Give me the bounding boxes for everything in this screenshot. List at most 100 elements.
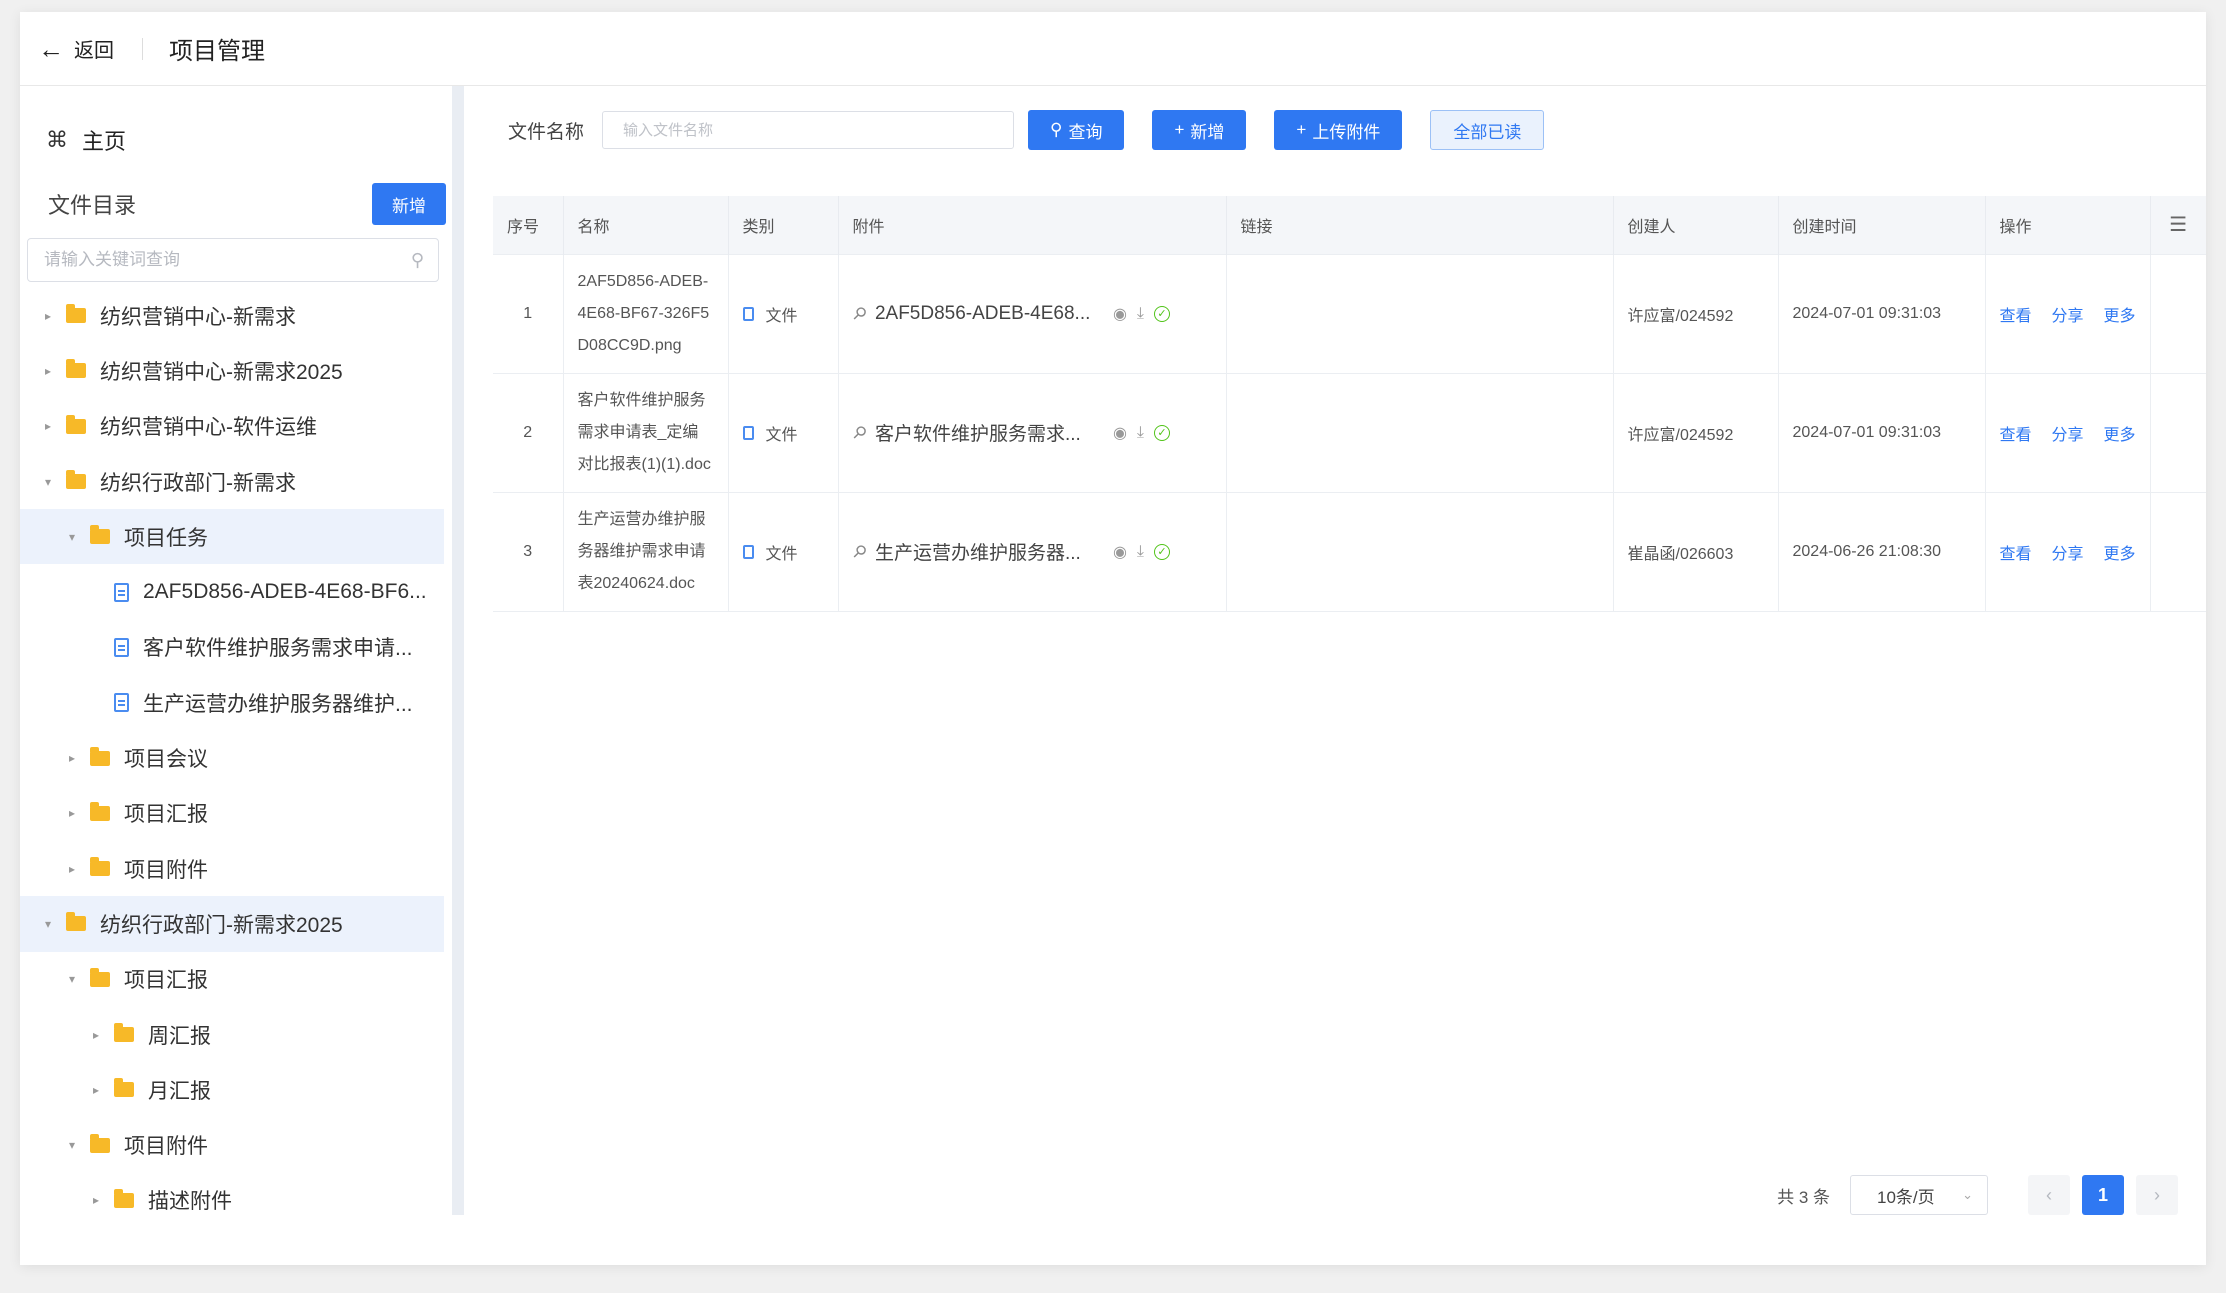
document-icon xyxy=(742,306,754,321)
folder-icon xyxy=(66,414,86,434)
caret-right-icon[interactable]: ▸ xyxy=(40,309,56,323)
caret-down-icon[interactable]: ▾ xyxy=(64,1138,80,1152)
eye-icon[interactable]: ◉ xyxy=(1113,304,1127,324)
tree-file-node[interactable]: ▸2AF5D856-ADEB-4E68-BF6... xyxy=(20,564,444,619)
add-directory-button[interactable]: 新增 xyxy=(372,183,446,225)
folder-icon xyxy=(66,470,86,490)
mark-all-read-button[interactable]: 全部已读 xyxy=(1430,110,1545,150)
row-number: 3 xyxy=(493,492,564,612)
attachment-link[interactable]: 2AF5D856-ADEB-4E68... xyxy=(875,303,1103,325)
tree-folder-node[interactable]: ▾ 纺织行政部门-新需求 xyxy=(20,454,444,509)
more-action[interactable]: 更多 xyxy=(2104,540,2136,564)
tree-folder-node[interactable]: ▾ 项目汇报 xyxy=(20,952,444,1007)
attachment-link[interactable]: 生产运营办维护服务器... xyxy=(875,538,1103,565)
folder-icon xyxy=(90,525,110,545)
query-button[interactable]: ⚲ 查询 xyxy=(1028,110,1125,150)
actions-cell: 查看 分享 更多 xyxy=(1985,253,2151,374)
check-circle-icon[interactable]: ✓ xyxy=(1154,543,1170,560)
add-file-button[interactable]: + 新增 xyxy=(1152,110,1247,150)
check-circle-icon[interactable]: ✓ xyxy=(1154,305,1170,322)
attachment-link[interactable]: 客户软件维护服务需求... xyxy=(875,419,1103,446)
document-icon xyxy=(114,637,129,657)
actions-cell: 查看 分享 更多 xyxy=(1985,492,2151,612)
caret-down-icon[interactable]: ▾ xyxy=(40,475,56,489)
caret-down-icon[interactable]: ▾ xyxy=(40,917,56,931)
caret-right-icon[interactable]: ▸ xyxy=(40,419,56,433)
tree-folder-node[interactable]: ▸ 纺织营销中心-新需求 xyxy=(20,288,444,343)
caret-down-icon[interactable]: ▾ xyxy=(64,530,80,544)
tree-folder-node[interactable]: ▸ 纺织营销中心-新需求2025 xyxy=(20,343,444,398)
tree-folder-node[interactable]: ▾ 项目附件 xyxy=(20,1117,444,1172)
creator-cell: 许应富/024592 xyxy=(1613,253,1779,374)
view-action[interactable]: 查看 xyxy=(2000,540,2032,564)
caret-right-icon[interactable]: ▸ xyxy=(64,862,80,876)
download-icon[interactable]: ⤓ xyxy=(1137,305,1144,323)
directory-title: 文件目录 xyxy=(48,193,137,218)
folder-icon xyxy=(90,1133,110,1153)
main-content: 文件名称 ⚲ 查询 + 新增 + 上传附件 全部已读 xyxy=(464,86,2206,1265)
tree-file-node[interactable]: ▸生产运营办维护服务器维护... xyxy=(20,675,444,730)
plus-icon: + xyxy=(1296,120,1307,139)
tree-folder-node[interactable]: ▸ 月汇报 xyxy=(20,1062,444,1117)
caret-right-icon[interactable]: ▸ xyxy=(40,364,56,378)
tree-node-label: 纺织营销中心-新需求2025 xyxy=(100,360,343,384)
search-icon[interactable]: ⚲ xyxy=(411,250,424,271)
share-action[interactable]: 分享 xyxy=(2052,540,2084,564)
created-time-cell: 2024-07-01 09:31:03 xyxy=(1778,253,1986,374)
download-icon[interactable]: ⤓ xyxy=(1137,543,1144,561)
directory-header: 文件目录 新增 xyxy=(48,182,446,226)
tree-folder-node[interactable]: ▸ 项目汇报 xyxy=(20,786,444,841)
caret-right-icon[interactable]: ▸ xyxy=(88,1083,104,1097)
table-body: 1 2AF5D856-ADEB-4E68-BF67-326F5D08CC9D.p… xyxy=(493,253,2206,612)
eye-icon[interactable]: ◉ xyxy=(1113,423,1127,443)
tree-folder-node[interactable]: ▸ 纺织营销中心-软件运维 xyxy=(20,399,444,454)
tree-folder-node[interactable]: ▾ 纺织行政部门-新需求2025 xyxy=(20,896,444,952)
share-action[interactable]: 分享 xyxy=(2052,421,2084,445)
eye-icon[interactable]: ◉ xyxy=(1113,542,1127,562)
prev-page-button[interactable]: ‹ xyxy=(2028,1175,2070,1215)
tree-folder-node[interactable]: ▾ 项目任务 xyxy=(20,509,444,565)
back-button[interactable]: ← 返回 xyxy=(30,28,122,69)
check-circle-icon[interactable]: ✓ xyxy=(1154,424,1170,441)
filename-filter-input[interactable] xyxy=(602,111,1015,149)
download-icon[interactable]: ⤓ xyxy=(1137,424,1144,442)
page-button-current[interactable]: 1 xyxy=(2082,1175,2124,1215)
more-action[interactable]: 更多 xyxy=(2104,302,2136,326)
home-label: 主页 xyxy=(82,129,127,154)
caret-right-icon[interactable]: ▸ xyxy=(64,806,80,820)
creator-cell: 许应富/024592 xyxy=(1613,373,1779,493)
column-settings-button[interactable]: ☰ xyxy=(2150,196,2206,254)
tree-search-input[interactable] xyxy=(42,249,411,271)
caret-down-icon[interactable]: ▾ xyxy=(64,972,80,986)
caret-right-icon[interactable]: ▸ xyxy=(64,751,80,765)
tree-folder-node[interactable]: ▸ 项目附件 xyxy=(20,841,444,896)
attachment-cell: ⚲ 生产运营办维护服务器... ◉ ⤓ ✓ xyxy=(838,492,1227,612)
page-size-select[interactable]: 10条/页 ⌄ xyxy=(1850,1175,1988,1215)
upload-attachment-button[interactable]: + 上传附件 xyxy=(1274,110,1403,150)
tree-folder-node[interactable]: ▸ 描述附件 xyxy=(20,1173,444,1215)
folder-icon xyxy=(90,801,110,821)
sidebar-scrollbar[interactable] xyxy=(452,86,464,1215)
file-type: 文件 xyxy=(765,426,798,444)
upload-button-label: 上传附件 xyxy=(1312,122,1381,142)
home-link[interactable]: ⌘ 主页 xyxy=(46,124,126,156)
next-page-button[interactable]: › xyxy=(2136,1175,2178,1215)
header-divider xyxy=(142,37,143,60)
caret-right-icon[interactable]: ▸ xyxy=(88,1028,104,1042)
tree-folder-node[interactable]: ▸ 项目会议 xyxy=(20,730,444,785)
more-action[interactable]: 更多 xyxy=(2104,421,2136,445)
caret-right-icon[interactable]: ▸ xyxy=(88,1193,104,1207)
file-tree: ▸ 纺织营销中心-新需求 ▸ 纺织营销中心-新需求2025 ▸ 纺织营销中心-软件运维 ▾ 纺… xyxy=(20,288,452,1215)
folder-icon xyxy=(114,1188,134,1208)
tree-file-node[interactable]: ▸客户软件维护服务需求申请... xyxy=(20,620,444,675)
share-action[interactable]: 分享 xyxy=(2052,302,2084,326)
tree-folder-node[interactable]: ▸ 周汇报 xyxy=(20,1007,444,1062)
type-cell: 文件 xyxy=(728,253,839,374)
add-file-button-label: 新增 xyxy=(1190,122,1225,142)
folder-icon xyxy=(66,912,86,932)
settings-spacer-cell xyxy=(2150,253,2206,374)
created-time-cell: 2024-07-01 09:31:03 xyxy=(1778,373,1986,493)
filter-bar: 文件名称 ⚲ 查询 + 新增 + 上传附件 全部已读 xyxy=(508,110,2206,150)
view-action[interactable]: 查看 xyxy=(2000,302,2032,326)
view-action[interactable]: 查看 xyxy=(2000,421,2032,445)
